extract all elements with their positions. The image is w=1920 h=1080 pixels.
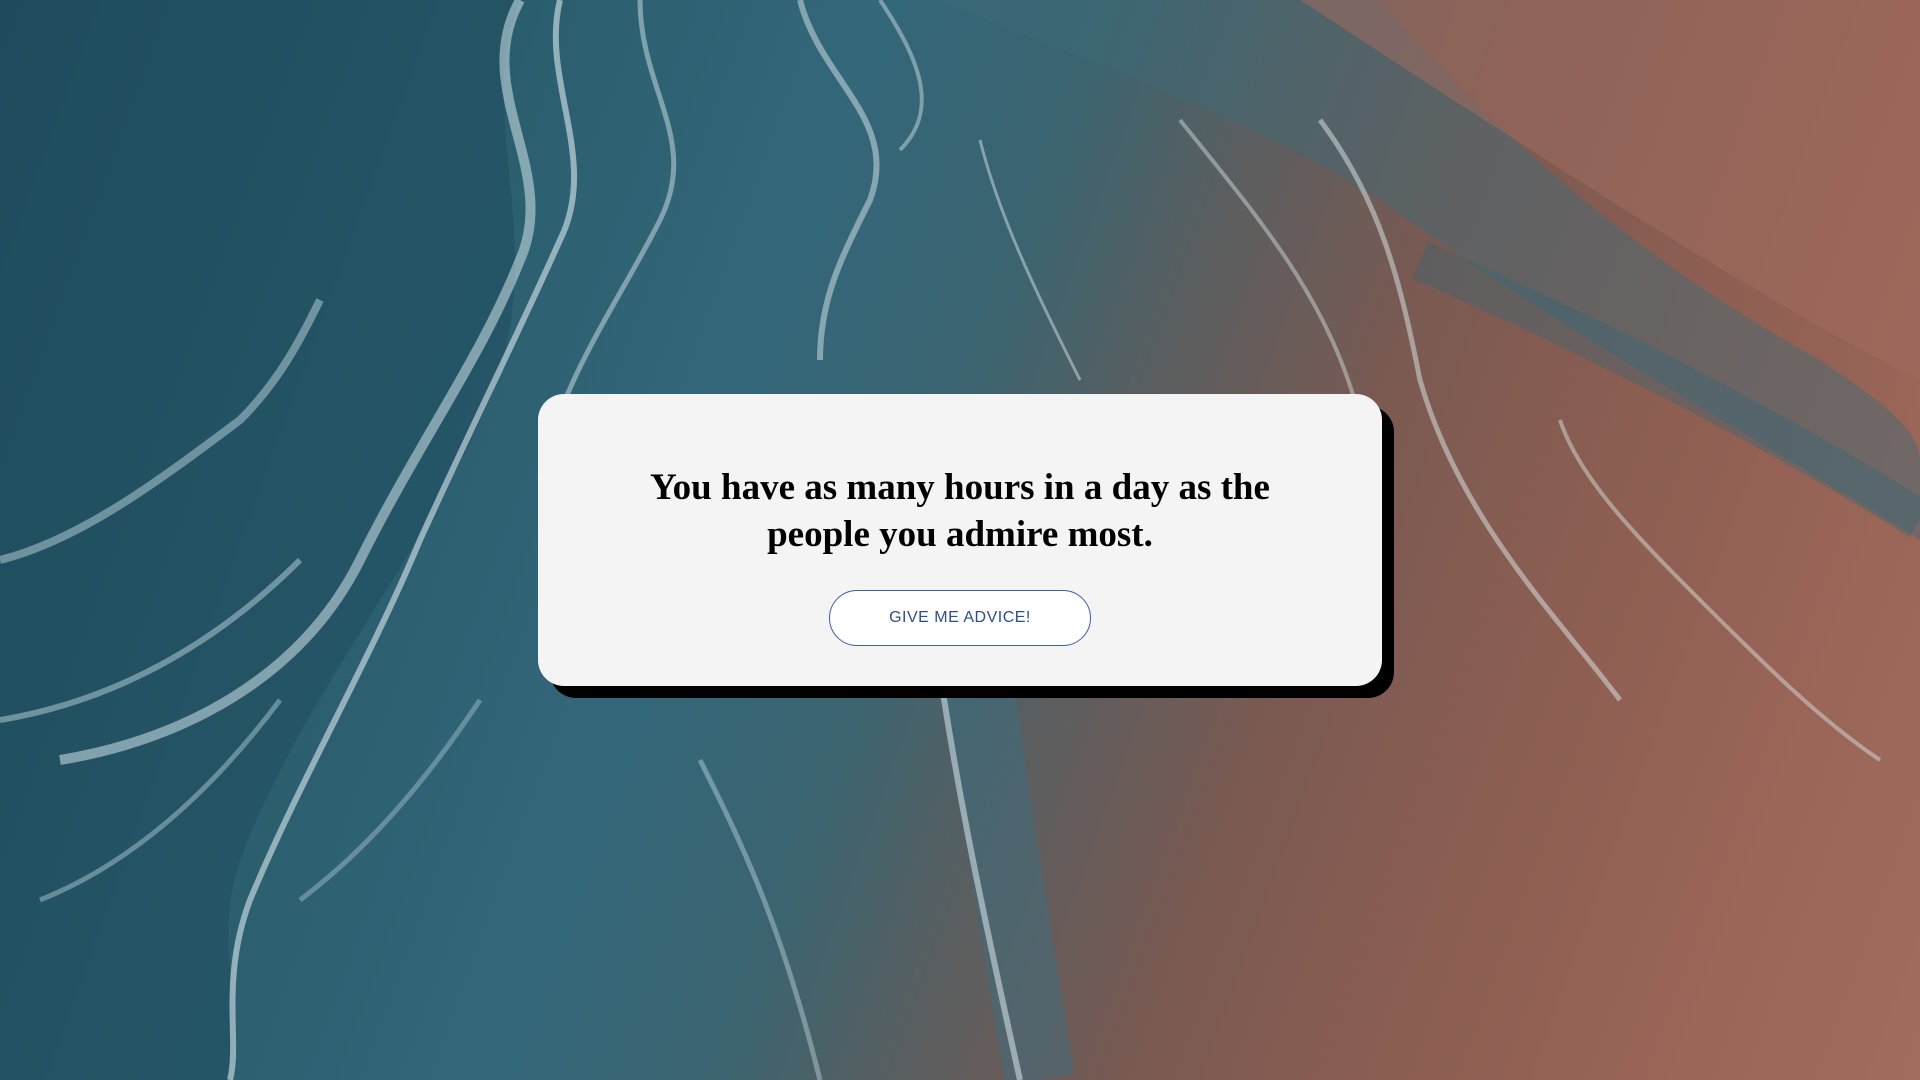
advice-quote: You have as many hours in a day as the p…	[650, 467, 1270, 555]
give-me-advice-button[interactable]: GIVE ME ADVICE!	[829, 590, 1091, 646]
advice-card: You have as many hours in a day as the p…	[538, 394, 1382, 686]
